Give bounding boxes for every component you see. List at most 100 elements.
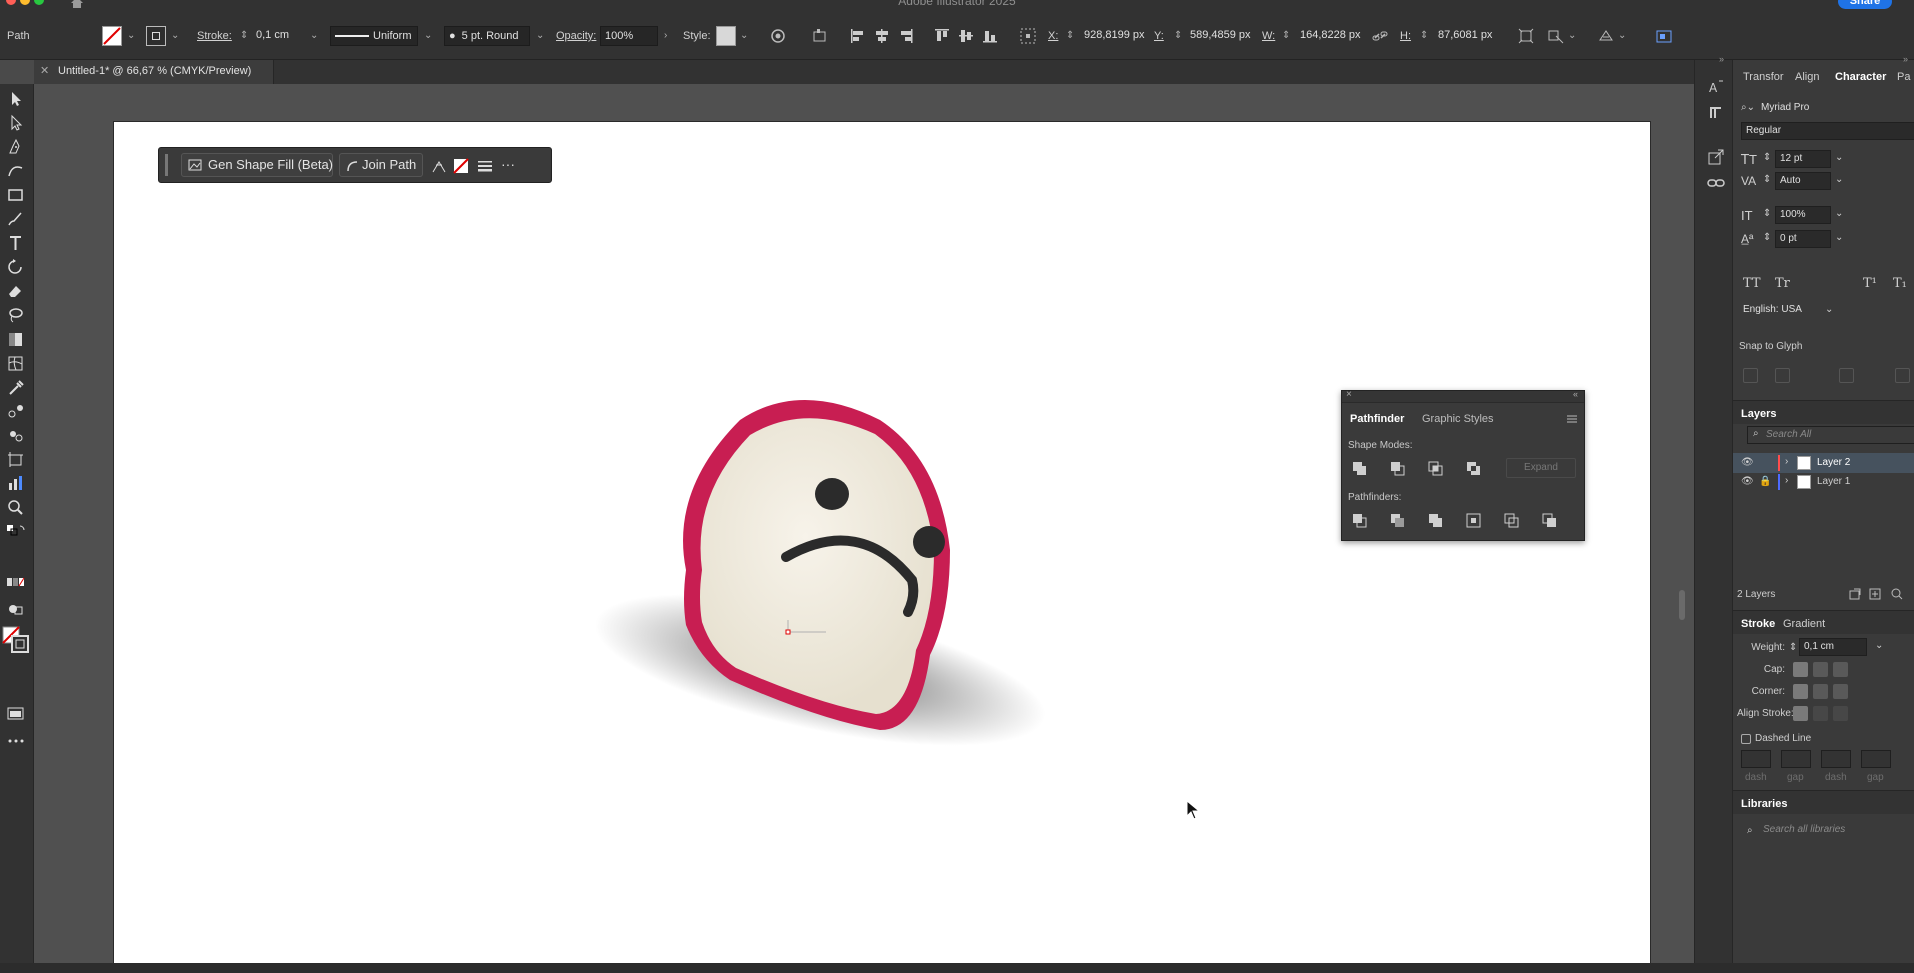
align-stroke-center-icon[interactable]	[1793, 706, 1808, 721]
blend-tool-icon[interactable]	[6, 402, 26, 420]
x-label[interactable]: X:	[1048, 26, 1058, 46]
arrange-documents-icon[interactable]	[1656, 28, 1672, 44]
pathfinder-collapse-icon[interactable]: «	[1573, 389, 1578, 399]
draw-mode-icon[interactable]	[6, 600, 26, 618]
rotate-tool-icon[interactable]	[6, 258, 26, 276]
w-stepper-icon[interactable]: ⇕	[1282, 26, 1290, 46]
pathfinder-panel-header[interactable]: × «	[1342, 389, 1584, 403]
variable-width-profile[interactable]: Uniform	[330, 26, 418, 46]
lasso-tool-icon[interactable]	[6, 306, 26, 324]
opacity-label[interactable]: Opacity:	[556, 26, 596, 46]
align-to-icon[interactable]	[812, 28, 828, 44]
expand-layer-icon[interactable]: ›	[1785, 456, 1788, 467]
small-caps-button[interactable]: Tr	[1775, 276, 1790, 291]
transform-icon[interactable]	[1518, 28, 1534, 44]
w-input[interactable]: 164,8228 px	[1296, 26, 1366, 46]
document-tab[interactable]: ✕ Untitled-1* @ 66,67 % (CMYK/Preview)	[34, 60, 274, 84]
projecting-cap-icon[interactable]	[1833, 662, 1848, 677]
tab-character[interactable]: Character	[1835, 71, 1886, 83]
vertical-scale-dropdown-icon[interactable]: ⌄	[1835, 208, 1843, 219]
brush-dropdown-icon[interactable]: ⌄	[536, 26, 544, 46]
subscript-button[interactable]: T₁	[1893, 276, 1907, 291]
recolor-artwork-icon[interactable]	[770, 28, 786, 44]
new-layer-icon[interactable]	[1869, 588, 1881, 600]
type-tool-icon[interactable]	[6, 234, 26, 252]
y-stepper-icon[interactable]: ⇕	[1174, 26, 1182, 46]
leading-dropdown-icon[interactable]: ⌄	[1835, 174, 1843, 185]
merge-icon[interactable]	[1428, 513, 1444, 529]
divide-icon[interactable]	[1352, 513, 1368, 529]
baseline-shift-input[interactable]: 0 pt	[1775, 230, 1831, 248]
h-label[interactable]: H:	[1400, 26, 1411, 46]
font-size-input[interactable]: 12 pt	[1775, 150, 1831, 168]
opacity-arrow-icon[interactable]: ›	[664, 26, 667, 46]
weight-stepper-icon[interactable]: ⇕	[1789, 642, 1797, 653]
rectangle-tool-icon[interactable]	[6, 186, 26, 204]
font-style-select[interactable]: Regular	[1741, 122, 1914, 140]
color-none-modes-icon[interactable]	[6, 574, 26, 592]
dash-2-input[interactable]	[1821, 750, 1851, 768]
snap-baseline-icon[interactable]	[1743, 368, 1758, 383]
stroke-weight-stepper-icon[interactable]: ⇕	[240, 26, 248, 46]
sad-face-artwork[interactable]	[520, 400, 1140, 760]
stroke-weight-menu-icon[interactable]	[477, 158, 493, 174]
gradient-tool-icon[interactable]	[6, 330, 26, 348]
align-stroke-outside-icon[interactable]	[1833, 706, 1848, 721]
align-middle-icon[interactable]	[958, 28, 974, 44]
outline-icon[interactable]	[1504, 513, 1520, 529]
layers-search-input[interactable]: Search All	[1747, 426, 1914, 444]
layer-name[interactable]: Layer 1	[1817, 476, 1850, 487]
transform-reference-icon[interactable]	[1020, 28, 1036, 44]
tab-stroke[interactable]: Stroke	[1741, 618, 1775, 630]
h-input[interactable]: 87,6081 px	[1434, 26, 1504, 46]
profile-dropdown-icon[interactable]: ⌄	[424, 26, 432, 46]
tab-pathfinder[interactable]: Pathfinder	[1350, 413, 1404, 425]
baseline-shift-dropdown-icon[interactable]: ⌄	[1835, 232, 1843, 243]
pathfinder-close-icon[interactable]: ×	[1346, 389, 1352, 400]
round-join-icon[interactable]	[1813, 684, 1828, 699]
simplify-path-icon[interactable]	[431, 158, 447, 174]
butt-cap-icon[interactable]	[1793, 662, 1808, 677]
y-label[interactable]: Y:	[1154, 26, 1164, 46]
visibility-eye-icon[interactable]: 👁	[1741, 476, 1754, 487]
tab-gradient[interactable]: Gradient	[1783, 618, 1825, 630]
minus-back-icon[interactable]	[1542, 513, 1558, 529]
tab-paragraph[interactable]: Pa	[1897, 71, 1910, 83]
unite-icon[interactable]	[1352, 461, 1368, 477]
gap-2-input[interactable]	[1861, 750, 1891, 768]
x-input[interactable]: 928,8199 px	[1080, 26, 1150, 46]
expand-layer-icon[interactable]: ›	[1785, 475, 1788, 486]
stroke-label[interactable]: Stroke:	[197, 26, 232, 46]
libraries-title[interactable]: Libraries	[1741, 798, 1787, 810]
font-family-input[interactable]: Myriad Pro	[1757, 100, 1914, 118]
leading-input[interactable]: Auto	[1775, 172, 1831, 190]
language-dropdown-icon[interactable]: ⌄	[1825, 304, 1833, 315]
stroke-weight-dropdown-icon[interactable]: ⌄	[310, 26, 318, 46]
expand-button[interactable]: Expand	[1506, 458, 1576, 478]
align-center-icon[interactable]	[874, 28, 890, 44]
opacity-input[interactable]: 100%	[600, 26, 658, 46]
panel-collapse-icon[interactable]: »	[1903, 54, 1908, 64]
more-options-icon[interactable]: ···	[501, 156, 515, 172]
export-panel-icon[interactable]	[1707, 148, 1725, 166]
symbol-sprayer-tool-icon[interactable]	[6, 426, 26, 444]
libraries-search-input[interactable]: Search all libraries	[1759, 822, 1914, 840]
tab-graphic-styles[interactable]: Graphic Styles	[1422, 413, 1494, 425]
fill-stroke-swatches[interactable]	[2, 626, 30, 656]
fill-dropdown-icon[interactable]: ⌄	[127, 26, 135, 46]
minus-front-icon[interactable]	[1390, 461, 1406, 477]
artboard-tool-icon[interactable]	[6, 450, 26, 468]
gap-1-input[interactable]	[1781, 750, 1811, 768]
default-fill-stroke-icon[interactable]	[6, 524, 26, 542]
join-path-button[interactable]: Join Path	[339, 153, 423, 177]
vertical-scale-input[interactable]: 100%	[1775, 206, 1831, 224]
snap-proximity-icon[interactable]	[1895, 368, 1910, 383]
taskbar-grip[interactable]	[165, 154, 168, 176]
links-panel-icon[interactable]	[1707, 174, 1725, 192]
pen-tool-icon[interactable]	[6, 138, 26, 156]
anchor-point[interactable]	[785, 629, 791, 635]
gen-shape-fill-button[interactable]: Gen Shape Fill (Beta)	[181, 153, 333, 177]
miter-join-icon[interactable]	[1793, 684, 1808, 699]
panel-menu-icon[interactable]	[1566, 413, 1578, 425]
language-select[interactable]: English: USA	[1741, 302, 1823, 320]
